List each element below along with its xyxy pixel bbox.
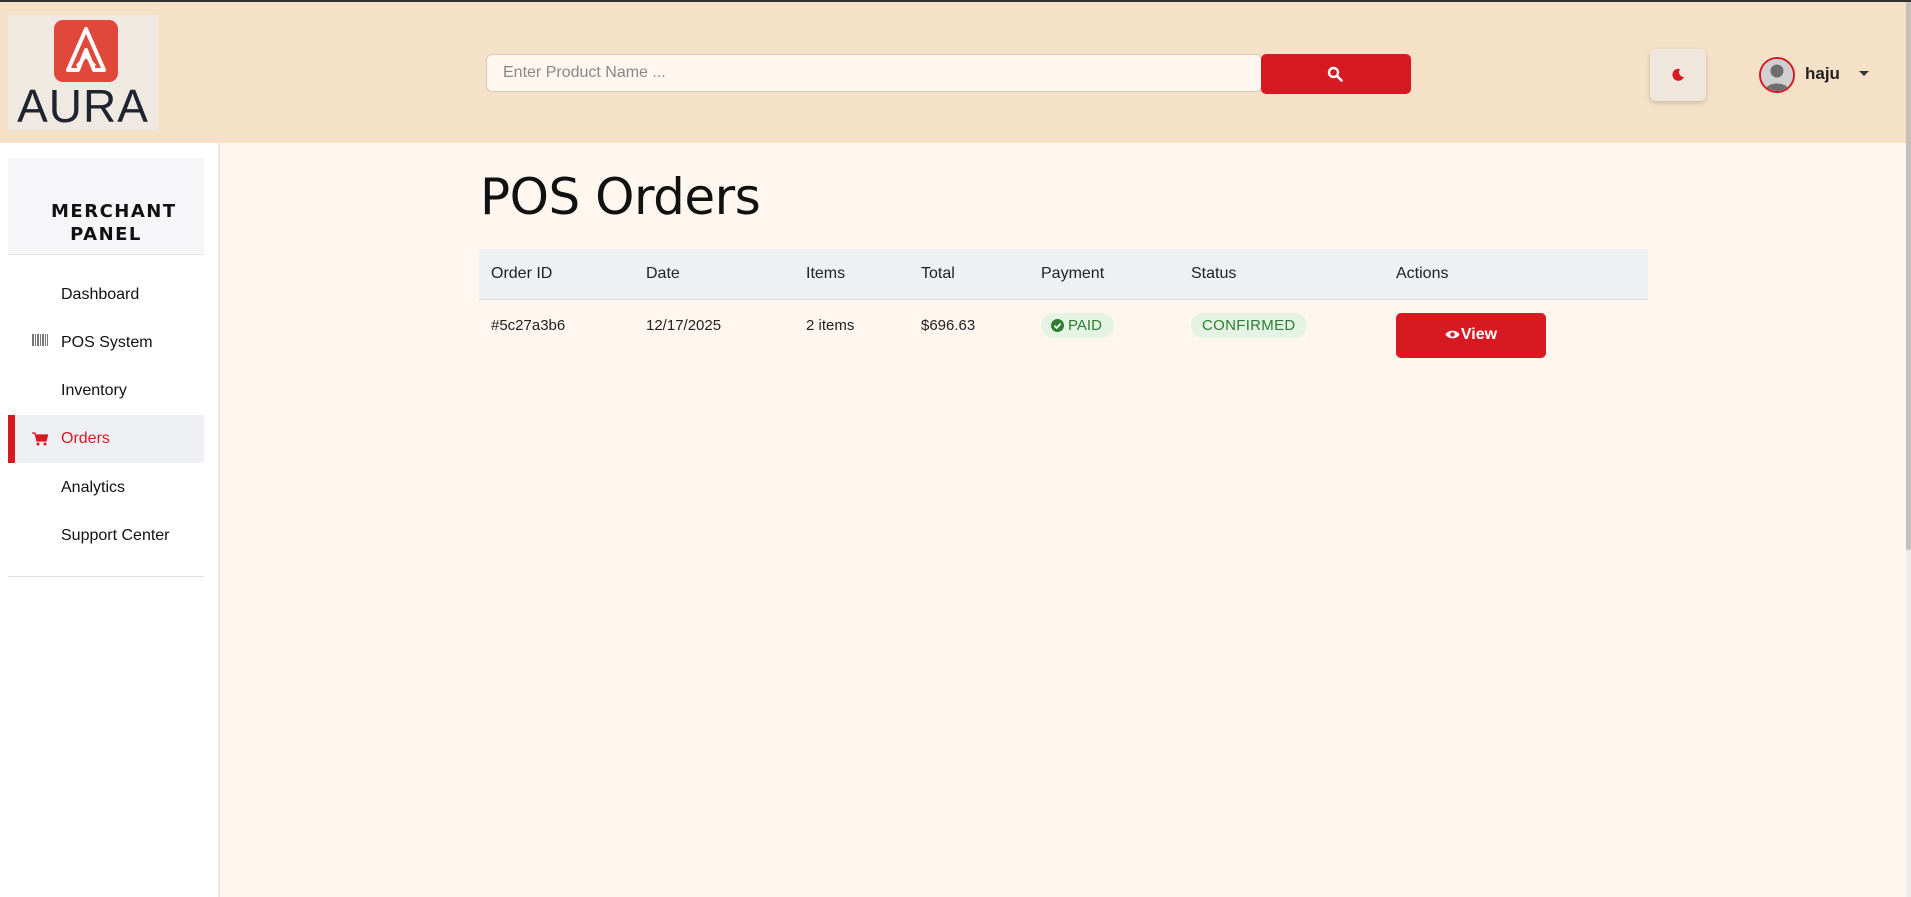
user-avatar-icon <box>1761 59 1793 91</box>
search-icon <box>1327 66 1343 82</box>
page-scrollbar-thumb[interactable] <box>1906 2 1911 550</box>
date-cell: 12/17/2025 <box>646 316 722 334</box>
search-button[interactable] <box>1261 54 1411 94</box>
sidebar-item-label: Analytics <box>61 479 126 496</box>
user-avatar[interactable] <box>1759 57 1795 93</box>
active-indicator <box>8 415 15 463</box>
status-cell: CONFIRMED <box>1179 299 1384 369</box>
sidebar-item-label: Orders <box>61 430 110 447</box>
moon-icon <box>1672 68 1684 81</box>
table-header-row: Order ID Date Items Total Payment Status… <box>479 249 1648 300</box>
logo-text: AURA <box>17 80 149 132</box>
theme-toggle-button[interactable] <box>1650 49 1706 101</box>
view-order-button-label: View <box>1460 326 1498 343</box>
barcode-icon <box>32 334 48 346</box>
chevron-down-icon[interactable] <box>1859 71 1869 76</box>
top-header: AURA haju <box>0 2 1911 143</box>
panel-title: MERCHANT PANEL <box>8 158 204 255</box>
payment-cell: PAID <box>1029 299 1179 369</box>
sidebar-item-inventory[interactable]: Inventory <box>8 367 204 415</box>
aura-logo-icon <box>54 20 118 82</box>
column-header: Status <box>1179 249 1384 300</box>
table-row: #5c27a3b6 12/17/2025 2 items $696.63 PAI… <box>479 299 1648 369</box>
sidebar-item-label: Support Center <box>61 527 170 544</box>
panel-title-text: MERCHANT PANEL <box>51 201 177 245</box>
user-name[interactable]: haju <box>1805 64 1840 84</box>
order-id-cell: #5c27a3b6 <box>491 316 566 334</box>
sidebar-item-label: POS System <box>61 334 153 351</box>
page-title: POS Orders <box>480 168 761 226</box>
sidebar-item-pos-system[interactable]: POS System <box>8 319 204 367</box>
sidebar-item-label: Dashboard <box>61 286 140 303</box>
sidebar-item-analytics[interactable]: Analytics <box>8 464 204 512</box>
logo[interactable]: AURA <box>8 15 158 130</box>
column-header: Payment <box>1029 249 1179 300</box>
column-header: Total <box>909 249 1029 300</box>
eye-icon <box>1445 330 1460 339</box>
column-header: Items <box>794 249 909 300</box>
check-circle-icon <box>1051 318 1064 332</box>
status-badge: CONFIRMED <box>1191 312 1307 338</box>
sidebar-item-dashboard[interactable]: Dashboard <box>8 271 204 319</box>
sidebar: MERCHANT PANEL Dashboard POS System Inve… <box>0 143 220 897</box>
orders-table: Order ID Date Items Total Payment Status… <box>479 249 1648 369</box>
sidebar-divider <box>8 576 204 577</box>
shopping-cart-icon <box>32 432 48 446</box>
items-cell: 2 items <box>806 316 855 334</box>
view-order-button[interactable]: View <box>1396 312 1546 358</box>
actions-cell: View <box>1384 299 1648 369</box>
payment-badge: PAID <box>1041 312 1114 338</box>
total-cell: $696.63 <box>921 316 976 334</box>
column-header: Date <box>634 249 794 300</box>
column-header: Order ID <box>479 249 634 300</box>
column-header: Actions <box>1384 249 1648 300</box>
product-search-input[interactable] <box>486 54 1262 92</box>
payment-badge-label: PAID <box>1068 316 1102 334</box>
sidebar-item-orders[interactable]: Orders <box>8 415 204 463</box>
sidebar-item-support-center[interactable]: Support Center <box>8 512 204 560</box>
sidebar-item-label: Inventory <box>61 382 127 399</box>
